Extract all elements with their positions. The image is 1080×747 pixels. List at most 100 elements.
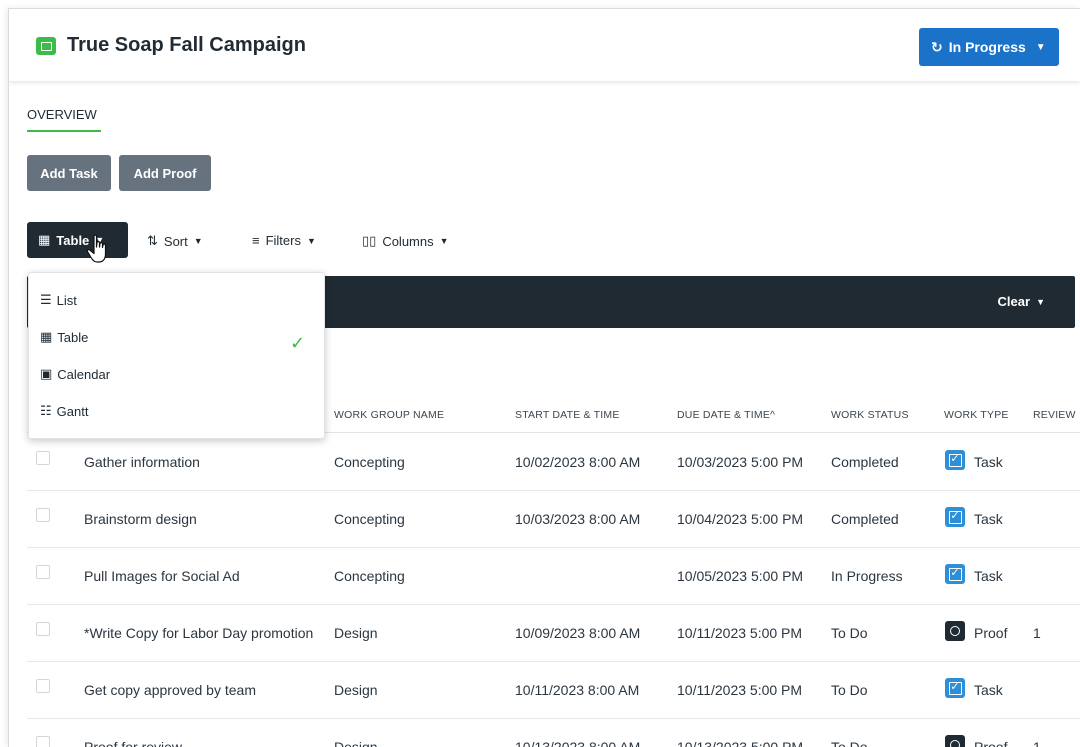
due-date-cell: 10/04/2023 5:00 PM: [677, 511, 804, 527]
work-status-cell: To Do: [831, 739, 868, 747]
add-proof-button[interactable]: Add Proof: [119, 155, 211, 191]
due-date-cell: 10/13/2023 5:00 PM: [677, 739, 804, 747]
work-group-cell: Concepting: [334, 568, 405, 584]
proof-icon: [945, 621, 965, 641]
due-date-cell: 10/05/2023 5:00 PM: [677, 568, 804, 584]
work-group-cell: Design: [334, 682, 378, 698]
menu-item-table[interactable]: ▦ Table: [40, 329, 88, 345]
view-dropdown-menu: ☰ List ▦ Table ✓ ▣ Calendar ☷ Gantt: [28, 272, 325, 439]
row-checkbox[interactable]: [36, 622, 50, 636]
sort-button[interactable]: ⇅ Sort ▼: [147, 233, 203, 249]
column-header-review[interactable]: REVIEW: [1033, 409, 1076, 421]
add-task-button[interactable]: Add Task: [27, 155, 111, 191]
in-progress-icon: ↻: [931, 38, 943, 55]
table-row[interactable]: Brainstorm design Concepting 10/03/2023 8:…: [27, 491, 1080, 548]
filters-button[interactable]: ≡ Filters ▼: [252, 233, 316, 248]
menu-item-label: List: [56, 292, 77, 308]
project-title: True Soap Fall Campaign: [67, 34, 306, 56]
table-icon: ▦: [40, 329, 53, 344]
work-type-cell: Task: [974, 454, 1003, 470]
chevron-down-icon: ▼: [439, 236, 449, 246]
project-header: True Soap Fall Campaign ↻ In Progress ▼: [9, 9, 1080, 81]
table-row[interactable]: Proof for review Design 10/13/2023 8:00 AM…: [27, 719, 1080, 747]
menu-item-label: Table: [57, 329, 89, 345]
task-name-cell[interactable]: Pull Images for Social Ad: [84, 568, 240, 584]
table-row[interactable]: Gather information Concepting 10/02/2023 8…: [27, 434, 1080, 491]
filter-icon: ≡: [252, 233, 260, 248]
row-checkbox[interactable]: [36, 565, 50, 579]
table-icon: ▦: [38, 232, 51, 247]
task-name-cell[interactable]: Get copy approved by team: [84, 682, 256, 698]
work-status-cell: Completed: [831, 454, 899, 470]
menu-item-label: Calendar: [57, 366, 111, 382]
task-name-cell[interactable]: Proof for review: [84, 739, 182, 747]
project-icon: [36, 37, 56, 55]
column-header-work-group[interactable]: WORK GROUP NAME: [334, 409, 444, 421]
work-status-cell: In Progress: [831, 568, 903, 584]
work-status-cell: To Do: [831, 682, 868, 698]
due-date-cell: 10/03/2023 5:00 PM: [677, 454, 804, 470]
work-status-cell: Completed: [831, 511, 899, 527]
chevron-down-icon: ▼: [1035, 41, 1046, 53]
work-type-cell: Task: [974, 568, 1003, 584]
work-type-cell: Proof: [974, 625, 1008, 641]
sort-ascending-icon: ^: [770, 409, 776, 421]
start-date-cell: 10/13/2023 8:00 AM: [515, 739, 641, 747]
task-name-cell[interactable]: Brainstorm design: [84, 511, 197, 527]
row-checkbox[interactable]: [36, 508, 50, 522]
menu-item-list[interactable]: ☰ List: [40, 292, 77, 308]
clear-filters-button[interactable]: Clear ▼: [998, 294, 1045, 309]
review-count-cell: 1: [1033, 625, 1041, 641]
tab-overview[interactable]: OVERVIEW: [27, 107, 97, 122]
view-switcher-button[interactable]: ▦ Table ▼: [27, 222, 128, 258]
due-date-cell: 10/11/2023 5:00 PM: [677, 625, 803, 641]
review-count-cell: 1: [1033, 739, 1041, 747]
chevron-down-icon: ▼: [193, 236, 203, 246]
task-name-cell[interactable]: Gather information: [84, 454, 200, 470]
sort-label: Sort: [163, 233, 188, 249]
start-date-cell: 10/11/2023 8:00 AM: [515, 682, 640, 698]
column-header-start-date[interactable]: START DATE & TIME: [515, 409, 620, 421]
table-row[interactable]: Get copy approved by team Design 10/11/202…: [27, 662, 1080, 719]
table-row[interactable]: *Write Copy for Labor Day promotion Desig…: [27, 605, 1080, 662]
active-tab-indicator: [27, 130, 101, 132]
column-header-due-date[interactable]: DUE DATE & TIME^: [677, 409, 775, 421]
app-window: True Soap Fall Campaign ↻ In Progress ▼ …: [8, 8, 1080, 747]
menu-item-gantt[interactable]: ☷ Gantt: [40, 403, 88, 419]
status-dropdown-button[interactable]: ↻ In Progress ▼: [919, 28, 1059, 66]
due-date-cell: 10/11/2023 5:00 PM: [677, 682, 803, 698]
menu-item-label: Gantt: [56, 403, 89, 419]
row-checkbox[interactable]: [36, 451, 50, 465]
view-label: Table: [56, 232, 90, 248]
column-header-work-status[interactable]: WORK STATUS: [831, 409, 909, 421]
task-icon: [945, 564, 965, 584]
columns-icon: ▯▯: [362, 233, 377, 248]
column-header-work-type[interactable]: WORK TYPE: [944, 409, 1009, 421]
list-icon: ☰: [40, 292, 52, 307]
work-type-cell: Task: [974, 682, 1003, 698]
filters-label: Filters: [265, 233, 301, 248]
gantt-icon: ☷: [40, 403, 52, 418]
selected-check-icon: ✓: [290, 333, 306, 353]
start-date-cell: 10/09/2023 8:00 AM: [515, 625, 641, 641]
proof-icon: [945, 735, 965, 747]
work-group-cell: Design: [334, 739, 378, 747]
start-date-cell: 10/03/2023 8:00 AM: [515, 511, 641, 527]
chevron-down-icon: ▼: [306, 235, 316, 246]
menu-item-calendar[interactable]: ▣ Calendar: [40, 366, 110, 382]
columns-button[interactable]: ▯▯ Columns ▼: [362, 233, 449, 249]
row-checkbox[interactable]: [36, 679, 50, 693]
work-status-cell: To Do: [831, 625, 868, 641]
task-name-cell[interactable]: *Write Copy for Labor Day promotion: [84, 625, 313, 641]
task-icon: [945, 678, 965, 698]
sort-icon: ⇅: [147, 233, 158, 248]
task-icon: [945, 507, 965, 527]
row-checkbox[interactable]: [36, 736, 50, 747]
task-icon: [945, 450, 965, 470]
work-type-cell: Task: [974, 511, 1003, 527]
work-type-cell: Proof: [974, 739, 1008, 747]
work-group-cell: Concepting: [334, 454, 405, 470]
start-date-cell: 10/02/2023 8:00 AM: [515, 454, 641, 470]
status-label: In Progress: [948, 39, 1026, 55]
table-row[interactable]: Pull Images for Social Ad Concepting 10/05…: [27, 548, 1080, 605]
